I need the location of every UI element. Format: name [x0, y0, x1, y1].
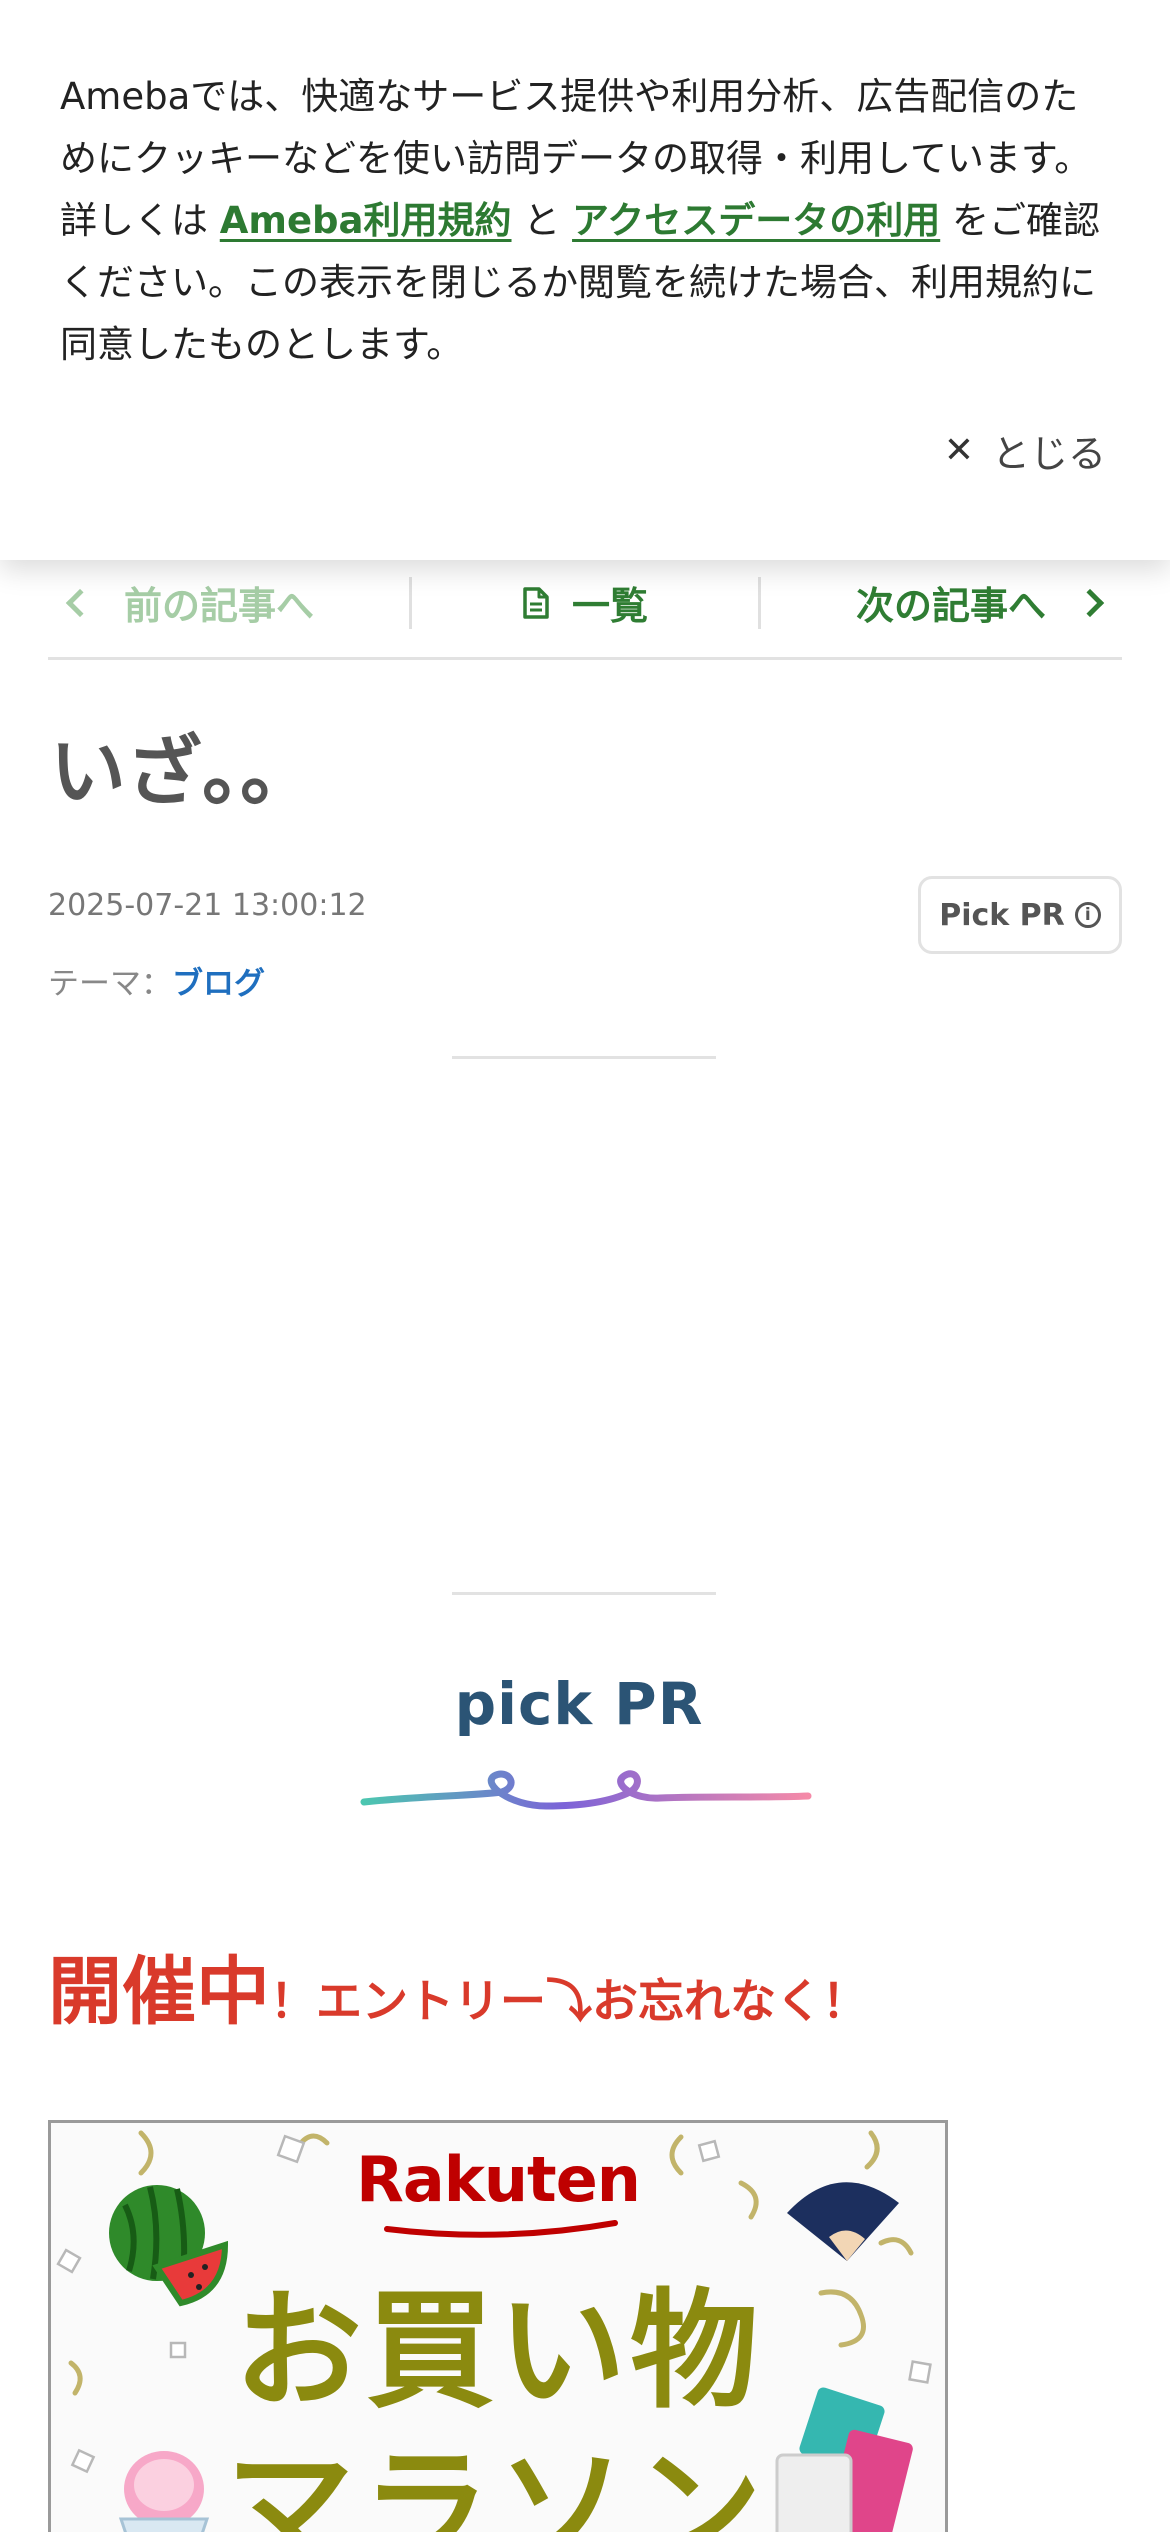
close-icon: ✕ — [943, 429, 974, 471]
chevron-left-icon — [65, 588, 95, 617]
content-divider-top — [452, 1056, 716, 1059]
cookie-consent-text: Amebaでは、快適なサービス提供や利用分析、広告配信のためにクッキーなどを使い… — [60, 66, 1112, 376]
article-theme: テーマ：ブログ — [48, 958, 265, 1003]
theme-link[interactable]: ブログ — [172, 966, 265, 1002]
content-divider-bottom — [452, 1592, 716, 1595]
next-article-link[interactable]: 次の記事へ — [761, 573, 1122, 633]
cookie-text-and: と — [511, 199, 573, 242]
ameba-terms-link[interactable]: Ameba利用規約 — [220, 199, 512, 242]
ad-brand-logo: Rakuten — [356, 2143, 641, 2216]
brand-swoosh-icon — [384, 2220, 618, 2238]
chevron-right-icon — [1075, 588, 1105, 617]
pick-pr-ribbon — [360, 1770, 812, 1810]
article-list-label: 一覧 — [572, 584, 649, 628]
theme-label: テーマ： — [48, 966, 172, 1002]
cookie-close-button[interactable]: ✕ とじる — [944, 420, 1106, 480]
article-title: いざ。。 — [50, 727, 316, 816]
article-navigation: 前の記事へ 一覧 次の記事へ — [48, 548, 1122, 660]
rakuten-ad-banner[interactable]: Rakuten お買い物 マラソン — [48, 2120, 948, 2532]
promo-headline[interactable]: 開催中！エントリー⤵お忘れなく！ — [48, 1932, 868, 2039]
prev-article-label: 前の記事へ — [124, 584, 315, 628]
pick-pr-button[interactable]: Pick PR i — [918, 876, 1122, 954]
cookie-close-label: とじる — [991, 431, 1106, 476]
article-date: 2025-07-21 13:00:12 — [48, 888, 367, 923]
article-list-link[interactable]: 一覧 — [412, 573, 759, 633]
ad-headline-line2: マラソン — [225, 2435, 770, 2532]
info-icon: i — [1074, 902, 1101, 928]
promo-headline-sub: ！エントリー⤵お忘れなく！ — [270, 1974, 868, 2028]
next-article-label: 次の記事へ — [856, 584, 1047, 628]
cookie-consent-banner: Amebaでは、快適なサービス提供や利用分析、広告配信のためにクッキーなどを使い… — [0, 0, 1170, 560]
access-data-link[interactable]: アクセスデータの利用 — [572, 199, 940, 242]
prev-article-link[interactable]: 前の記事へ — [48, 573, 409, 633]
document-icon — [522, 586, 550, 620]
pick-pr-heading: pick PR — [454, 1670, 704, 1738]
pick-pr-button-label: Pick PR — [939, 897, 1065, 933]
promo-headline-main: 開催中 — [48, 1949, 270, 2035]
page: Amebaでは、快適なサービス提供や利用分析、広告配信のためにクッキーなどを使い… — [0, 0, 1170, 2532]
